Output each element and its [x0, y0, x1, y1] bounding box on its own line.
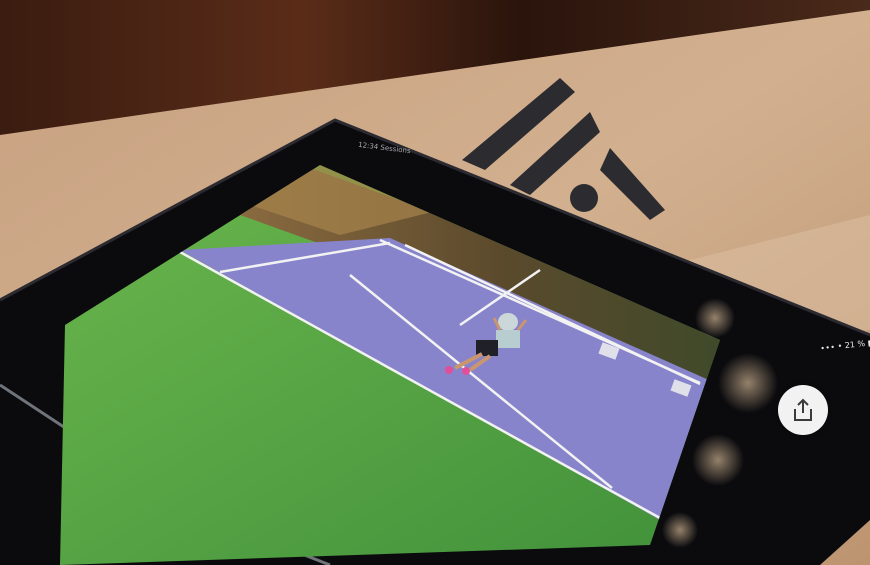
bokeh-light [692, 434, 744, 486]
share-icon [794, 398, 812, 421]
bokeh-light [662, 512, 698, 548]
bokeh-light [718, 353, 778, 413]
photo-scene: 12:34 Sessions ∙∙∙ • 21 % ▮ [0, 0, 870, 565]
scene-drawing [0, 0, 870, 565]
share-button[interactable] [778, 385, 828, 435]
bokeh-light [695, 298, 735, 338]
